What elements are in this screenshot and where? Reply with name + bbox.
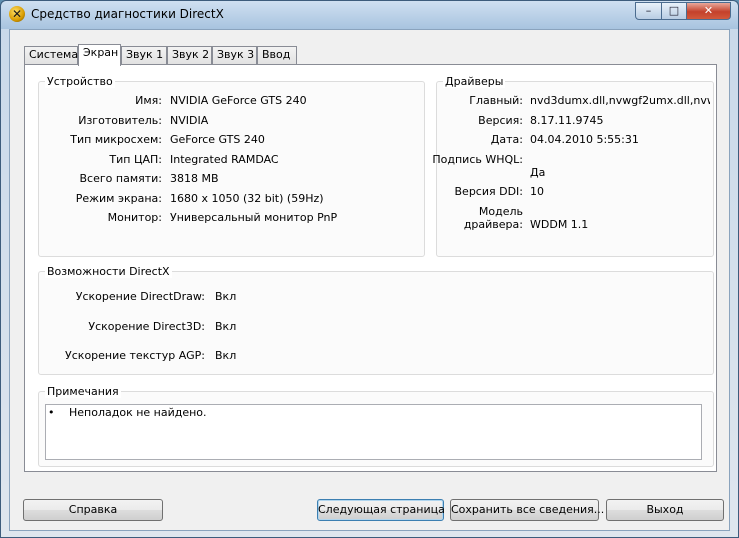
agp-texture-value: Вкл bbox=[215, 349, 237, 362]
minimize-button[interactable]: – bbox=[635, 2, 662, 20]
device-group: Устройство Имя: NVIDIA GeForce GTS 240 И… bbox=[38, 75, 425, 257]
ddi-version-label: Версия DDI: bbox=[454, 185, 524, 198]
save-all-info-button[interactable]: Сохранить все сведения... bbox=[450, 499, 604, 521]
dialog-client-area: Система Экран Звук 1 Звук 2 Звук 3 Ввод … bbox=[9, 29, 730, 531]
driver-date-value: 04.04.2010 5:55:31 bbox=[530, 133, 639, 146]
title-bar[interactable]: ✕ Средство диагностики DirectX – □ ✕ bbox=[1, 1, 738, 29]
tab-system[interactable]: Система bbox=[24, 46, 78, 64]
tab-input[interactable]: Ввод bbox=[257, 46, 297, 64]
chip-type-label: Тип микросхем: bbox=[70, 133, 162, 146]
tab-sound-1[interactable]: Звук 1 bbox=[121, 46, 167, 64]
direct3d-label: Ускорение Direct3D: bbox=[88, 320, 205, 333]
directdraw-value: Вкл bbox=[215, 290, 237, 303]
notes-title: Примечания bbox=[45, 385, 121, 398]
drivers-group-title: Драйверы bbox=[443, 75, 506, 88]
monitor-value: Универсальный монитор PnP bbox=[170, 211, 338, 224]
driver-model-label-line1: Модель bbox=[478, 205, 523, 218]
help-button[interactable]: Справка bbox=[23, 499, 163, 521]
tab-sound-3[interactable]: Звук 3 bbox=[212, 46, 257, 64]
notes-text: Неполадок не найдено. bbox=[69, 406, 207, 419]
close-button[interactable]: ✕ bbox=[686, 2, 731, 20]
whql-label: Подпись WHQL: bbox=[432, 153, 523, 166]
dxdiag-window: ✕ Средство диагностики DirectX – □ ✕ Сис… bbox=[0, 0, 739, 538]
total-memory-value: 3818 MB bbox=[170, 172, 219, 185]
manufacturer-label: Изготовитель: bbox=[78, 114, 162, 127]
whql-value: Да bbox=[530, 166, 546, 179]
directx-features-group: Возможности DirectX Ускорение DirectDraw… bbox=[38, 265, 714, 375]
agp-texture-label: Ускорение текстур AGP: bbox=[65, 349, 205, 362]
device-name-value: NVIDIA GeForce GTS 240 bbox=[170, 94, 307, 107]
drivers-group: Драйверы Главный: nvd3dumx.dll,nvwgf2umx… bbox=[432, 75, 714, 257]
driver-version-label: Версия: bbox=[478, 114, 523, 127]
directx-app-icon: ✕ bbox=[9, 6, 25, 22]
device-name-label: Имя: bbox=[135, 94, 162, 107]
device-group-title: Устройство bbox=[45, 75, 115, 88]
next-page-button[interactable]: Следующая страница bbox=[317, 499, 445, 521]
dac-type-value: Integrated RAMDAC bbox=[170, 153, 279, 166]
maximize-button[interactable]: □ bbox=[661, 2, 687, 20]
chip-type-value: GeForce GTS 240 bbox=[170, 133, 265, 146]
display-mode-value: 1680 x 1050 (32 bit) (59Hz) bbox=[170, 192, 324, 205]
notes-group: Примечания • Неполадок не найдено. bbox=[38, 385, 714, 467]
ddi-version-value: 10 bbox=[530, 185, 544, 198]
tab-display[interactable]: Экран bbox=[78, 44, 121, 66]
directx-features-title: Возможности DirectX bbox=[45, 265, 172, 278]
window-title: Средство диагностики DirectX bbox=[31, 7, 224, 21]
notes-bullet: • bbox=[48, 406, 55, 419]
tab-sound-2[interactable]: Звук 2 bbox=[167, 46, 212, 64]
driver-date-label: Дата: bbox=[490, 133, 523, 146]
monitor-label: Монитор: bbox=[107, 211, 162, 224]
display-tab-panel: Устройство Имя: NVIDIA GeForce GTS 240 И… bbox=[24, 64, 717, 472]
manufacturer-value: NVIDIA bbox=[170, 114, 209, 127]
direct3d-value: Вкл bbox=[215, 320, 237, 333]
main-driver-value: nvd3dumx.dll,nvwgf2umx.dll,nvwgf2 bbox=[530, 94, 710, 107]
total-memory-label: Всего памяти: bbox=[79, 172, 162, 185]
driver-version-value: 8.17.11.9745 bbox=[530, 114, 604, 127]
driver-model-label-line2: драйвера: bbox=[463, 218, 523, 231]
display-mode-label: Режим экрана: bbox=[75, 192, 162, 205]
notes-textbox[interactable]: • Неполадок не найдено. bbox=[45, 404, 702, 460]
exit-button[interactable]: Выход bbox=[606, 499, 724, 521]
directdraw-label: Ускорение DirectDraw: bbox=[75, 290, 205, 303]
main-driver-label: Главный: bbox=[469, 94, 523, 107]
driver-model-value: WDDM 1.1 bbox=[530, 218, 589, 231]
dac-type-label: Тип ЦАП: bbox=[109, 153, 162, 166]
